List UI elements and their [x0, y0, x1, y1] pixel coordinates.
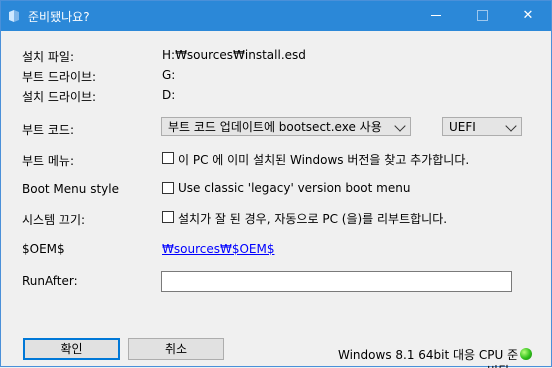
run-after-input[interactable]: [161, 271, 512, 292]
install-drive-value: D:: [162, 88, 176, 102]
restart-label: 시스템 끄기:: [22, 213, 86, 227]
oem-folder-link[interactable]: ₩sources₩$OEM$: [162, 242, 274, 256]
chevron-down-icon: [505, 120, 517, 132]
minimize-icon: [431, 15, 441, 16]
chevron-down-icon: [394, 120, 406, 132]
window-title: 준비됐나요?: [28, 10, 90, 24]
boot-code-label: 부트 코드:: [22, 123, 75, 137]
close-button[interactable]: ✕: [505, 1, 551, 31]
firmware-select[interactable]: UEFI: [442, 117, 522, 136]
boot-code-selected: 부트 코드 업데이트에 bootsect.exe 사용: [168, 120, 382, 134]
source-file-label: 설치 파일:: [22, 50, 75, 64]
close-icon: ✕: [522, 8, 534, 23]
status-text: Windows 8.1 64bit 대응 CPU 준: [338, 348, 519, 362]
title-bar: 준비됐나요? ✕: [1, 1, 551, 31]
boot-menu-style-checkbox-text[interactable]: Use classic 'legacy' version boot menu: [178, 181, 410, 195]
cancel-button[interactable]: 취소: [128, 338, 224, 360]
boot-menu-style-label: Boot Menu style: [22, 182, 119, 196]
boot-drive-value: G:: [162, 68, 176, 82]
boot-drive-label: 부트 드라이브:: [22, 70, 97, 84]
restart-checkbox-text[interactable]: 설치가 잘 된 경우, 자동으로 PC (을)를 리부트합니다.: [178, 210, 447, 227]
dialog-window: 준비됐나요? ✕ 설치 파일: H:₩sources₩install.esd 부…: [0, 0, 552, 368]
boot-menu-checkbox-text[interactable]: 이 PC 에 이미 설치된 Windows 버전을 찾고 추가합니다.: [178, 151, 469, 168]
install-drive-label: 설치 드라이브:: [22, 90, 97, 104]
run-after-label: RunAfter:: [22, 274, 78, 288]
status-text-continued: 비됨: [487, 362, 509, 368]
boot-code-select[interactable]: 부트 코드 업데이트에 bootsect.exe 사용: [161, 117, 411, 136]
minimize-button[interactable]: [413, 1, 459, 31]
restart-checkbox[interactable]: [162, 211, 174, 223]
boot-menu-checkbox[interactable]: [162, 152, 174, 164]
status-led-icon: [520, 348, 532, 360]
maximize-icon: [476, 10, 488, 21]
oem-label: $OEM$: [22, 242, 65, 256]
boot-menu-label: 부트 메뉴:: [22, 154, 75, 168]
app-icon: [7, 9, 21, 23]
source-file-value: H:₩sources₩install.esd: [162, 48, 306, 62]
ok-button[interactable]: 확인: [23, 338, 120, 360]
maximize-button: [459, 1, 505, 31]
boot-menu-style-checkbox[interactable]: [162, 182, 174, 194]
firmware-selected: UEFI: [449, 120, 476, 134]
